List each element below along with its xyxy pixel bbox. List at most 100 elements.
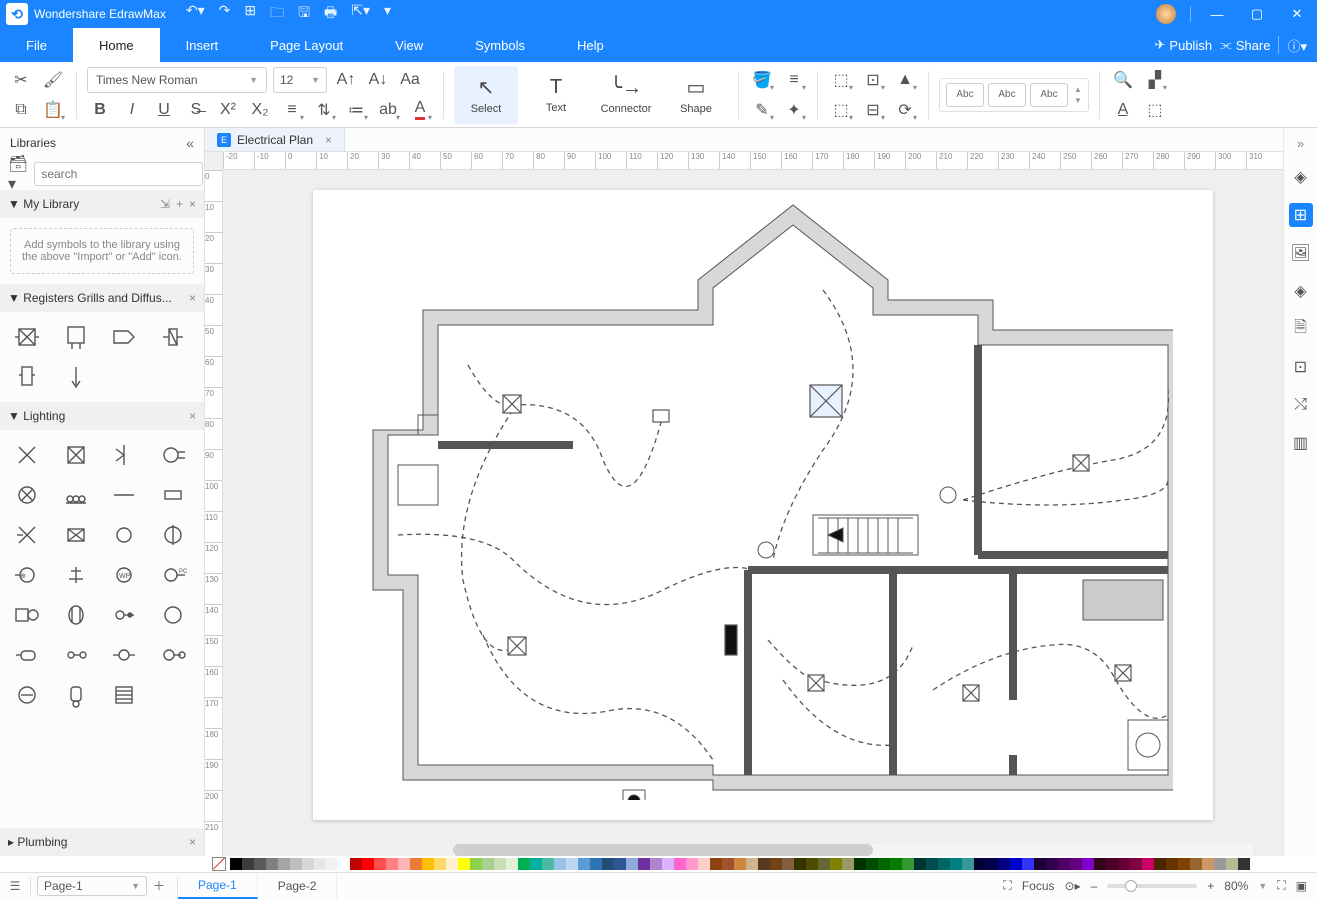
- color-swatch[interactable]: [1238, 858, 1250, 870]
- close-window-button[interactable]: ✕: [1277, 0, 1317, 28]
- cut-button[interactable]: ✂: [8, 67, 34, 93]
- layers-panel-icon[interactable]: ◈: [1289, 279, 1313, 303]
- color-swatch[interactable]: [470, 858, 482, 870]
- color-swatch[interactable]: [506, 858, 518, 870]
- library-symbol[interactable]: [105, 518, 143, 552]
- library-symbol[interactable]: [8, 360, 46, 394]
- color-swatch[interactable]: [854, 858, 866, 870]
- send-back-button[interactable]: ⬚▾: [828, 97, 854, 123]
- font-color-button[interactable]: A▾: [407, 97, 433, 123]
- color-swatch[interactable]: [602, 858, 614, 870]
- section-plumbing[interactable]: ▸ Plumbing ×: [0, 828, 204, 856]
- color-swatch[interactable]: [758, 858, 770, 870]
- tab-symbols[interactable]: Symbols: [449, 28, 551, 62]
- library-symbol[interactable]: [105, 678, 143, 712]
- color-swatch[interactable]: [818, 858, 830, 870]
- print-button[interactable]: 🖶: [324, 2, 337, 26]
- color-swatch[interactable]: [410, 858, 422, 870]
- font-size-select[interactable]: 12▼: [273, 67, 327, 93]
- color-swatch[interactable]: [698, 858, 710, 870]
- library-symbol[interactable]: [105, 638, 143, 672]
- color-swatch[interactable]: [338, 858, 350, 870]
- page-panel-icon[interactable]: 🗎: [1289, 317, 1313, 341]
- color-swatch[interactable]: [974, 858, 986, 870]
- copy-button[interactable]: ⧉: [8, 97, 34, 123]
- color-swatch[interactable]: [914, 858, 926, 870]
- maximize-button[interactable]: ▢: [1237, 0, 1277, 28]
- random-panel-icon[interactable]: ⤭: [1289, 393, 1313, 417]
- share-button[interactable]: ⫘Share: [1220, 37, 1270, 53]
- color-swatch[interactable]: [794, 858, 806, 870]
- color-swatch[interactable]: [830, 858, 842, 870]
- color-swatch[interactable]: [746, 858, 758, 870]
- redo-button[interactable]: ↷: [219, 2, 231, 26]
- format-painter-button[interactable]: 🖌: [40, 67, 66, 93]
- color-swatch[interactable]: [1022, 858, 1034, 870]
- color-swatch[interactable]: [482, 858, 494, 870]
- page-tab-1[interactable]: Page-1: [178, 873, 258, 899]
- section-my-library[interactable]: ▼ My Library ⇲+×: [0, 190, 204, 218]
- library-symbol[interactable]: [8, 320, 46, 354]
- color-swatch[interactable]: [422, 858, 434, 870]
- replace-text-button[interactable]: A̲: [1110, 97, 1136, 123]
- group-button[interactable]: ⊡▾: [860, 67, 886, 93]
- shapes-panel-icon[interactable]: ⊞: [1289, 203, 1313, 227]
- color-swatch[interactable]: [1010, 858, 1022, 870]
- shape-styles-gallery[interactable]: Abc Abc Abc ▲▼: [939, 78, 1089, 112]
- new-button[interactable]: ⊞: [244, 2, 256, 26]
- color-swatch[interactable]: [230, 858, 242, 870]
- focus-label[interactable]: Focus: [1022, 879, 1055, 893]
- subscript-button[interactable]: X₂: [247, 97, 273, 123]
- close-document-button[interactable]: ×: [325, 133, 332, 147]
- present-panel-icon[interactable]: ▥: [1289, 431, 1313, 455]
- help-icon-button[interactable]: ⓘ▾: [1287, 36, 1307, 55]
- align-button[interactable]: ≡▾: [279, 97, 305, 123]
- tab-page-layout[interactable]: Page Layout: [244, 28, 369, 62]
- library-symbol[interactable]: [57, 678, 95, 712]
- library-symbol[interactable]: [154, 438, 192, 472]
- color-swatch[interactable]: [542, 858, 554, 870]
- color-swatch[interactable]: [1094, 858, 1106, 870]
- color-swatch[interactable]: [278, 858, 290, 870]
- align-shapes-button[interactable]: ⊟▾: [860, 97, 886, 123]
- close-registers-icon[interactable]: ×: [189, 291, 196, 305]
- shrink-font-button[interactable]: A↓: [365, 67, 391, 93]
- line-color-button[interactable]: ✎▾: [749, 97, 775, 123]
- color-swatch[interactable]: [1070, 858, 1082, 870]
- connector-tool[interactable]: ╰→Connector: [594, 66, 658, 124]
- fit-page-button[interactable]: ⛶: [1277, 878, 1285, 893]
- library-symbol[interactable]: [105, 320, 143, 354]
- publish-button[interactable]: ✈Publish: [1155, 37, 1213, 53]
- zoom-slider[interactable]: [1107, 884, 1197, 888]
- color-swatch[interactable]: [446, 858, 458, 870]
- color-swatch[interactable]: [626, 858, 638, 870]
- color-swatch[interactable]: [938, 858, 950, 870]
- color-swatch[interactable]: [878, 858, 890, 870]
- section-registers[interactable]: ▼ Registers Grills and Diffus... ×: [0, 284, 204, 312]
- color-swatch[interactable]: [1190, 858, 1202, 870]
- color-swatch[interactable]: [926, 858, 938, 870]
- color-swatch[interactable]: [530, 858, 542, 870]
- color-swatch[interactable]: [638, 858, 650, 870]
- color-swatch[interactable]: [950, 858, 962, 870]
- fill-button[interactable]: 🪣▾: [749, 67, 775, 93]
- page-tab-2[interactable]: Page-2: [258, 873, 338, 899]
- effects-button[interactable]: ✦▾: [781, 97, 807, 123]
- select-pane-button[interactable]: ⬚: [1142, 97, 1168, 123]
- font-family-select[interactable]: Times New Roman▼: [87, 67, 267, 93]
- color-swatch[interactable]: [386, 858, 398, 870]
- italic-button[interactable]: I: [119, 97, 145, 123]
- color-swatch[interactable]: [662, 858, 674, 870]
- library-symbol[interactable]: [57, 478, 95, 512]
- color-swatch[interactable]: [710, 858, 722, 870]
- export-button[interactable]: ⇱▾: [351, 2, 370, 26]
- library-symbol[interactable]: [57, 518, 95, 552]
- color-swatch[interactable]: [1058, 858, 1070, 870]
- style-chip-2[interactable]: Abc: [988, 83, 1026, 107]
- bullets-button[interactable]: ≔▾: [343, 97, 369, 123]
- close-plumbing-icon[interactable]: ×: [189, 835, 196, 849]
- horizontal-scrollbar[interactable]: [453, 844, 1253, 856]
- collapse-libraries-button[interactable]: «: [186, 135, 194, 151]
- page-surface[interactable]: [313, 190, 1213, 820]
- color-swatch[interactable]: [1214, 858, 1226, 870]
